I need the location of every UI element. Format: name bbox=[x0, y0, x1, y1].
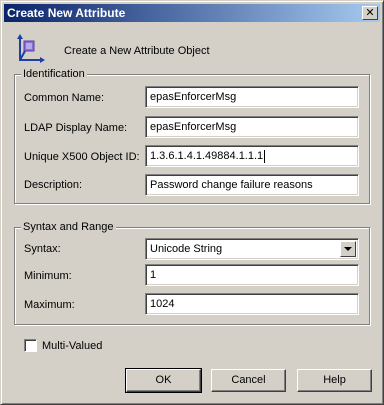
multi-valued-checkbox[interactable] bbox=[24, 339, 37, 352]
x500-oid-field[interactable]: 1.3.6.1.4.1.49884.1.1.1 bbox=[145, 145, 359, 167]
common-name-label: Common Name: bbox=[24, 92, 105, 104]
syntax-selected-value: Unicode String bbox=[150, 243, 223, 255]
minimum-field[interactable]: 1 bbox=[145, 264, 359, 286]
description-label: Description: bbox=[24, 179, 83, 191]
common-name-field[interactable]: epasEnforcerMsg bbox=[145, 86, 359, 108]
minimum-label: Minimum: bbox=[24, 270, 72, 282]
identification-legend: Identification bbox=[21, 67, 87, 81]
multi-valued-label[interactable]: Multi-Valued bbox=[42, 339, 102, 353]
create-new-attribute-dialog: Create New Attribute ✕ Create a New Attr… bbox=[0, 0, 384, 405]
ldap-display-name-label: LDAP Display Name: bbox=[24, 122, 128, 134]
title-bar[interactable]: Create New Attribute ✕ bbox=[4, 4, 380, 22]
syntax-label: Syntax: bbox=[24, 243, 61, 255]
window-title: Create New Attribute bbox=[7, 6, 126, 20]
header-text: Create a New Attribute Object bbox=[64, 45, 210, 57]
ldap-display-name-field[interactable]: epasEnforcerMsg bbox=[145, 116, 359, 138]
syntax-range-legend: Syntax and Range bbox=[21, 220, 116, 234]
maximum-field[interactable]: 1024 bbox=[145, 293, 359, 315]
close-icon[interactable]: ✕ bbox=[362, 6, 378, 20]
help-button[interactable]: Help bbox=[297, 369, 372, 392]
cancel-button[interactable]: Cancel bbox=[211, 369, 286, 392]
chevron-down-icon[interactable] bbox=[340, 241, 356, 257]
x500-oid-label: Unique X500 Object ID: bbox=[24, 151, 140, 163]
x500-oid-value: 1.3.6.1.4.1.49884.1.1.1 bbox=[150, 150, 264, 162]
maximum-label: Maximum: bbox=[24, 299, 75, 311]
ok-button[interactable]: OK bbox=[125, 368, 202, 393]
attribute-object-icon bbox=[17, 34, 45, 63]
syntax-select[interactable]: Unicode String bbox=[145, 238, 359, 260]
text-cursor bbox=[264, 149, 266, 163]
description-field[interactable]: Password change failure reasons bbox=[145, 174, 359, 196]
